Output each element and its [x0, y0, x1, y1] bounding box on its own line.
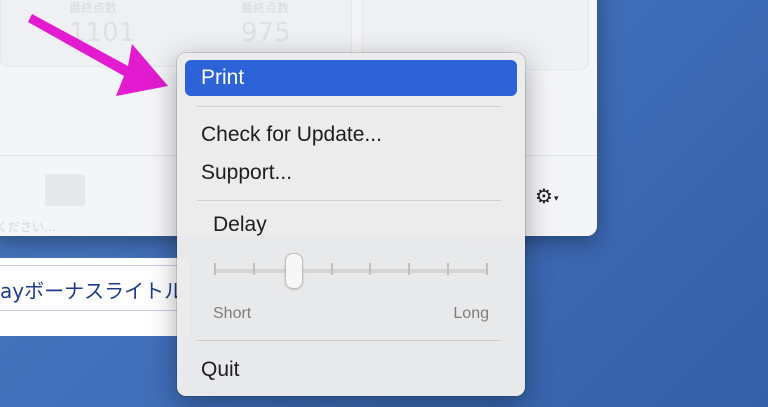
- menu-separator: [197, 106, 501, 107]
- stat-2-value: 975: [241, 18, 291, 48]
- menu-separator: [197, 340, 501, 341]
- bottom-text: ください...: [0, 220, 56, 234]
- title-text-field-value: ayボーナスライトル: [0, 279, 185, 303]
- menu-item-quit[interactable]: Quit: [185, 352, 517, 388]
- gear-icon: ⚙: [535, 186, 553, 208]
- slider-tick: [408, 263, 411, 275]
- slider-tick: [252, 263, 255, 275]
- delay-slider[interactable]: [213, 253, 489, 289]
- slider-max-label: Long: [453, 305, 489, 322]
- menu-item-print[interactable]: Print: [185, 60, 517, 96]
- bar-placeholder: [45, 174, 85, 206]
- context-menu: Print Check for Update... Support... Del…: [177, 53, 525, 396]
- slider-thumb[interactable]: [284, 253, 303, 289]
- slider-tick: [486, 263, 488, 275]
- pointer-arrow-icon: [28, 14, 168, 96]
- stat-2-label: 最終点数: [241, 1, 290, 15]
- menu-separator: [197, 200, 501, 201]
- delay-label: Delay: [213, 213, 267, 236]
- slider-tick: [369, 263, 372, 275]
- slider-tick: [330, 263, 333, 275]
- slider-min-label: Short: [213, 305, 252, 322]
- stat-2: 最終点数 975: [241, 0, 291, 48]
- title-text-field[interactable]: ayボーナスライトル: [0, 265, 185, 311]
- slider-tick: [447, 263, 450, 275]
- chevron-down-icon: ▾: [553, 193, 559, 203]
- gear-menu-button[interactable]: ⚙ ▾: [535, 184, 558, 209]
- menu-item-check-for-update[interactable]: Check for Update...: [185, 117, 517, 153]
- slider-tick: [214, 263, 216, 275]
- menu-item-support[interactable]: Support...: [185, 155, 517, 191]
